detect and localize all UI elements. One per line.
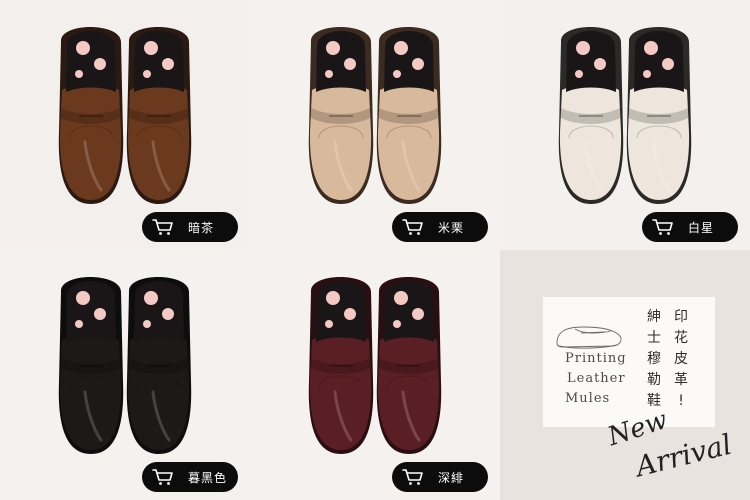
promo-en-line: Leather xyxy=(567,371,626,386)
add-to-cart-button[interactable]: 米栗 xyxy=(392,212,488,242)
insole-print xyxy=(316,31,366,92)
color-label: 白星 xyxy=(688,220,715,235)
add-to-cart-button[interactable]: 暮黑色 xyxy=(142,462,238,492)
insole-flower xyxy=(393,320,401,328)
insole-flower xyxy=(643,70,651,78)
insole-flower xyxy=(344,58,356,70)
promo-char: 印 xyxy=(674,309,688,325)
shoe-upper xyxy=(559,84,622,200)
cart-icon xyxy=(402,469,423,485)
insole-flower xyxy=(326,41,340,55)
insole-flower xyxy=(644,41,658,55)
product-tile-beige: 米栗 xyxy=(250,0,500,250)
promo-chinese-column: 印 花 皮 革 ! xyxy=(674,307,688,412)
product-tile-dark-brown: 暗茶 xyxy=(0,0,250,250)
promo-char: 穆 xyxy=(647,351,661,367)
insole-flower xyxy=(393,70,401,78)
insole-print xyxy=(634,31,684,92)
shoe-upper xyxy=(127,334,190,450)
shoe-upper xyxy=(377,84,440,200)
insole-flower xyxy=(75,320,83,328)
insole-flower xyxy=(143,320,151,328)
insole-print xyxy=(566,31,616,92)
shoe-pair-image xyxy=(558,27,692,204)
insole-flower xyxy=(412,58,424,70)
insole-flower xyxy=(394,291,408,305)
promo-char: 皮 xyxy=(674,351,688,367)
color-label: 深緋 xyxy=(438,470,465,485)
insole-flower xyxy=(576,41,590,55)
shoe-upper xyxy=(59,334,122,450)
insole-flower xyxy=(76,291,90,305)
cart-icon xyxy=(152,469,173,485)
promo-char: 士 xyxy=(647,330,661,346)
shoe-pair-image xyxy=(308,27,442,204)
shoe-upper xyxy=(309,334,372,450)
loafer-line-icon xyxy=(556,326,622,349)
add-to-cart-button[interactable]: 白星 xyxy=(642,212,738,242)
insole-print xyxy=(134,281,184,342)
color-label: 暗茶 xyxy=(188,220,215,235)
insole-flower xyxy=(144,41,158,55)
insole-flower xyxy=(412,308,424,320)
insole-flower xyxy=(662,58,674,70)
cart-icon xyxy=(652,219,673,235)
insole-flower xyxy=(94,308,106,320)
promo-panel: Printing Leather Mules 紳 士 穆 勒 鞋 印 花 皮 革… xyxy=(500,250,750,500)
shoe-pair-image xyxy=(58,27,192,204)
insole-flower xyxy=(94,58,106,70)
insole-print xyxy=(66,281,116,342)
promo-char: 花 xyxy=(674,330,688,346)
shoe-pair-image xyxy=(308,277,442,454)
insole-print xyxy=(316,281,366,342)
insole-flower xyxy=(325,320,333,328)
insole-print xyxy=(384,31,434,92)
product-tile-white: 白星 xyxy=(500,0,750,250)
insole-flower xyxy=(144,291,158,305)
insole-flower xyxy=(75,70,83,78)
shoe-upper xyxy=(377,334,440,450)
insole-flower xyxy=(326,291,340,305)
insole-print xyxy=(134,31,184,92)
product-tile-black: 暮黑色 xyxy=(0,250,250,500)
insole-flower xyxy=(143,70,151,78)
insole-flower xyxy=(394,41,408,55)
shoe-upper xyxy=(309,84,372,200)
cart-icon xyxy=(402,219,423,235)
insole-flower xyxy=(325,70,333,78)
insole-flower xyxy=(594,58,606,70)
product-tile-burgundy: 深緋 xyxy=(250,250,500,500)
insole-print xyxy=(66,31,116,92)
color-label: 米栗 xyxy=(438,220,465,235)
add-to-cart-button[interactable]: 暗茶 xyxy=(142,212,238,242)
insole-flower xyxy=(162,308,174,320)
color-label: 暮黑色 xyxy=(188,470,228,485)
insole-flower xyxy=(344,308,356,320)
promo-en-line: Printing xyxy=(565,351,627,366)
shoe-upper xyxy=(127,84,190,200)
shoe-pair-image xyxy=(58,277,192,454)
promo-char: 勒 xyxy=(647,372,661,388)
insole-flower xyxy=(575,70,583,78)
shoe-upper xyxy=(627,84,690,200)
cart-icon xyxy=(152,219,173,235)
new-arrival-script: New Arrival xyxy=(603,405,735,480)
add-to-cart-button[interactable]: 深緋 xyxy=(392,462,488,492)
promo-chinese-column: 紳 士 穆 勒 鞋 xyxy=(647,307,661,412)
promo-char: 紳 xyxy=(647,309,661,325)
promo-char: 革 xyxy=(674,372,688,388)
insole-print xyxy=(384,281,434,342)
shoe-upper xyxy=(59,84,122,200)
insole-flower xyxy=(162,58,174,70)
product-grid: 暗茶 米栗 白星 暮黑色 深緋 Printing Leather Mules 紳… xyxy=(0,0,750,500)
insole-flower xyxy=(76,41,90,55)
